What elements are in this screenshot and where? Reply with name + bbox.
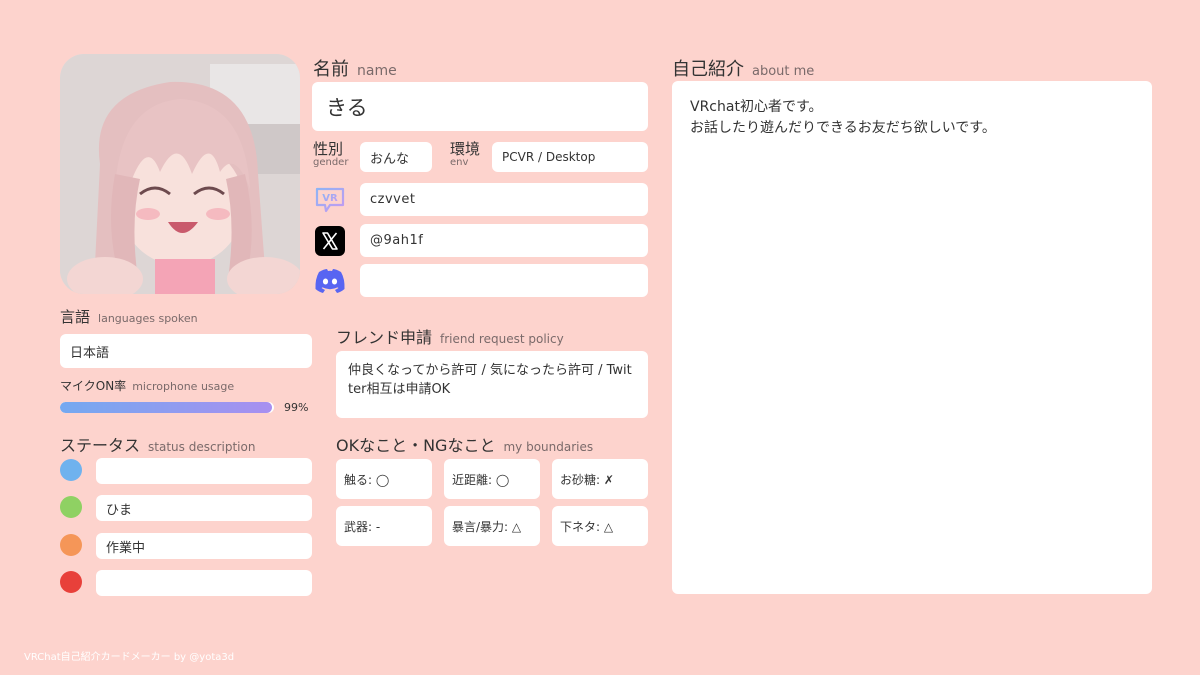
discord-icon — [313, 264, 347, 298]
mic-usage-percent: 99% — [284, 401, 309, 414]
boundary-text: 武器: - — [344, 519, 381, 534]
discord-id-field[interactable] — [360, 264, 648, 297]
languages-value: 日本語 — [70, 345, 110, 361]
boundary-text: 暴言/暴力: △ — [452, 519, 522, 534]
gender-field[interactable]: おんな — [360, 142, 432, 172]
vrchat-id-value: czvvet — [370, 192, 416, 207]
name-value: きる — [326, 95, 368, 120]
x-logo-icon — [313, 224, 347, 258]
svg-text:VR: VR — [322, 193, 338, 204]
avatar-illustration — [60, 54, 300, 294]
languages-heading: 言語 languages spoken — [60, 308, 198, 326]
status-color-dot — [60, 459, 82, 481]
vrchat-id-field[interactable]: czvvet — [360, 183, 648, 216]
boundary-item[interactable]: お砂糖: ✗ — [552, 459, 648, 499]
status-heading: ステータス status description — [60, 436, 256, 455]
friend-request-heading: フレンド申請 friend request policy — [336, 328, 564, 347]
status-field[interactable]: 作業中 — [96, 533, 312, 559]
status-field[interactable] — [96, 570, 312, 596]
boundary-text: 触る: ◯ — [344, 472, 390, 487]
friend-request-value: 仲良くなってから許可 / 気になったら許可 / Twitter相互は申請OK — [348, 363, 632, 397]
status-text: 作業中 — [106, 540, 146, 556]
about-line: VRchat初心者です。 — [690, 99, 823, 115]
boundary-item[interactable]: 下ネタ: △ — [552, 506, 648, 546]
boundary-text: お砂糖: ✗ — [560, 472, 614, 487]
name-heading: 名前 name — [313, 59, 397, 80]
gender-label: 性別 gender — [313, 140, 349, 169]
x-handle-value: @9ah1f — [370, 233, 424, 248]
status-text: ひま — [106, 502, 133, 518]
boundary-item[interactable]: 触る: ◯ — [336, 459, 432, 499]
x-handle-field[interactable]: @9ah1f — [360, 224, 648, 257]
env-label: 環境 env — [450, 140, 481, 169]
status-field[interactable] — [96, 458, 312, 484]
friend-request-field[interactable]: 仲良くなってから許可 / 気になったら許可 / Twitter相互は申請OK — [336, 351, 648, 418]
boundary-item[interactable]: 近距離: ◯ — [444, 459, 540, 499]
avatar-image — [60, 54, 300, 294]
boundary-text: 近距離: ◯ — [452, 472, 510, 487]
boundary-text: 下ネタ: △ — [560, 519, 614, 534]
status-field[interactable]: ひま — [96, 495, 312, 521]
mic-usage-fill — [60, 402, 272, 413]
status-color-dot — [60, 496, 82, 518]
mic-usage-bar — [60, 402, 274, 413]
boundary-item[interactable]: 武器: - — [336, 506, 432, 546]
footer-credit: VRChat自己紹介カードメーカー by @yota3d — [24, 652, 235, 663]
about-heading: 自己紹介 about me — [672, 59, 815, 80]
about-field[interactable]: VRchat初心者です。 お話したり遊んだりできるお友だち欲しいです。 — [672, 81, 1152, 594]
env-field[interactable]: PCVR / Desktop — [492, 142, 648, 172]
name-field[interactable]: きる — [312, 82, 648, 131]
languages-field[interactable]: 日本語 — [60, 334, 312, 368]
status-color-dot — [60, 534, 82, 556]
gender-value: おんな — [370, 151, 410, 167]
about-line: お話したり遊んだりできるお友だち欲しいです。 — [690, 120, 996, 136]
boundary-item[interactable]: 暴言/暴力: △ — [444, 506, 540, 546]
mic-heading: マイクON率 microphone usage — [60, 379, 235, 393]
vrchat-icon: VR — [313, 183, 347, 217]
boundaries-heading: OKなこと・NGなこと my boundaries — [336, 436, 594, 455]
env-value: PCVR / Desktop — [502, 150, 596, 164]
status-color-dot — [60, 571, 82, 593]
